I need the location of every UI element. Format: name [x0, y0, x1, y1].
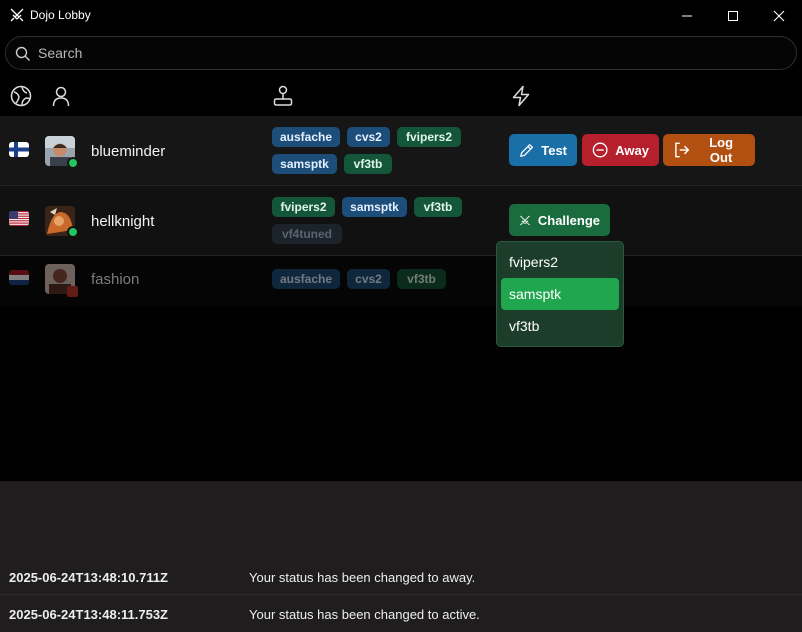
- player-row: fashion ausfache cvs2 vf3tb: [0, 256, 802, 306]
- log-divider: [0, 594, 802, 595]
- username: blueminder: [91, 143, 166, 160]
- search-input[interactable]: [38, 37, 778, 69]
- globe-icon: [10, 85, 32, 107]
- game-tag: samsptk: [272, 154, 337, 174]
- game-tag: cvs2: [347, 269, 390, 289]
- game-tag: vf4tuned: [272, 224, 342, 244]
- challenge-button[interactable]: Challenge: [509, 204, 610, 236]
- challenge-game-menu: fvipers2 samsptk vf3tb: [496, 241, 624, 347]
- window-title: Dojo Lobby: [30, 8, 91, 22]
- log-message: Your status has been changed to active.: [249, 607, 480, 622]
- lightning-icon: [512, 85, 530, 107]
- swords-icon: [520, 215, 530, 225]
- menu-item-vf3tb[interactable]: vf3tb: [501, 310, 619, 342]
- game-tag: fvipers2: [397, 127, 461, 147]
- test-button-label: Test: [541, 142, 567, 158]
- joystick-icon: [273, 85, 293, 106]
- log-entry: 2025-06-24T13:48:11.753Z Your status has…: [0, 596, 802, 632]
- menu-item-fvipers2[interactable]: fvipers2: [501, 246, 619, 278]
- challenge-button-label: Challenge: [537, 212, 600, 228]
- game-tag: cvs2: [347, 127, 390, 147]
- username: fashion: [91, 271, 140, 288]
- netherlands-flag-icon: [9, 270, 29, 285]
- away-button[interactable]: Away: [582, 134, 659, 166]
- minimize-button[interactable]: [664, 0, 710, 31]
- away-status-badge: [67, 286, 78, 297]
- menu-item-samsptk[interactable]: samsptk: [501, 278, 619, 310]
- game-tag: ausfache: [272, 127, 340, 147]
- logout-button-label: Log Out: [709, 135, 734, 165]
- test-button[interactable]: Test: [509, 134, 577, 166]
- away-button-label: Away: [615, 142, 649, 158]
- log-timestamp: 2025-06-24T13:48:10.711Z: [9, 570, 169, 585]
- game-tag: vf3tb: [397, 269, 446, 289]
- log-entry: 2025-06-24T13:48:10.711Z Your status has…: [0, 559, 802, 595]
- swords-app-icon: [10, 8, 24, 22]
- online-status-dot: [67, 157, 79, 169]
- game-tag: fvipers2: [272, 197, 335, 217]
- minus-circle-icon: [592, 142, 608, 158]
- logout-button[interactable]: Log Out: [663, 134, 755, 166]
- maximize-icon: [728, 10, 738, 21]
- logout-icon: [675, 142, 690, 158]
- search-bar: [5, 36, 797, 70]
- game-tag: ausfache: [272, 269, 340, 289]
- search-icon: [15, 46, 30, 61]
- game-tag: vf3tb: [344, 154, 392, 174]
- usa-flag-icon: [9, 211, 29, 226]
- close-icon: [773, 10, 785, 21]
- log-timestamp: 2025-06-24T13:48:11.753Z: [9, 607, 169, 622]
- game-tag: vf3tb: [414, 197, 462, 217]
- player-row: hellknight fvipers2 samsptk vf3tb vf4tun…: [0, 186, 802, 256]
- maximize-button[interactable]: [710, 0, 756, 31]
- online-status-dot: [67, 226, 79, 238]
- close-button[interactable]: [756, 0, 802, 31]
- title-bar: Dojo Lobby: [0, 0, 802, 31]
- pen-icon: [520, 143, 534, 157]
- player-row: blueminder ausfache cvs2 fvipers2 samspt…: [0, 116, 802, 186]
- log-message: Your status has been changed to away.: [249, 570, 476, 585]
- user-icon: [52, 86, 70, 107]
- finland-flag-icon: [9, 142, 29, 157]
- game-tag: samsptk: [342, 197, 407, 217]
- username: hellknight: [91, 213, 155, 230]
- minimize-icon: [682, 15, 692, 16]
